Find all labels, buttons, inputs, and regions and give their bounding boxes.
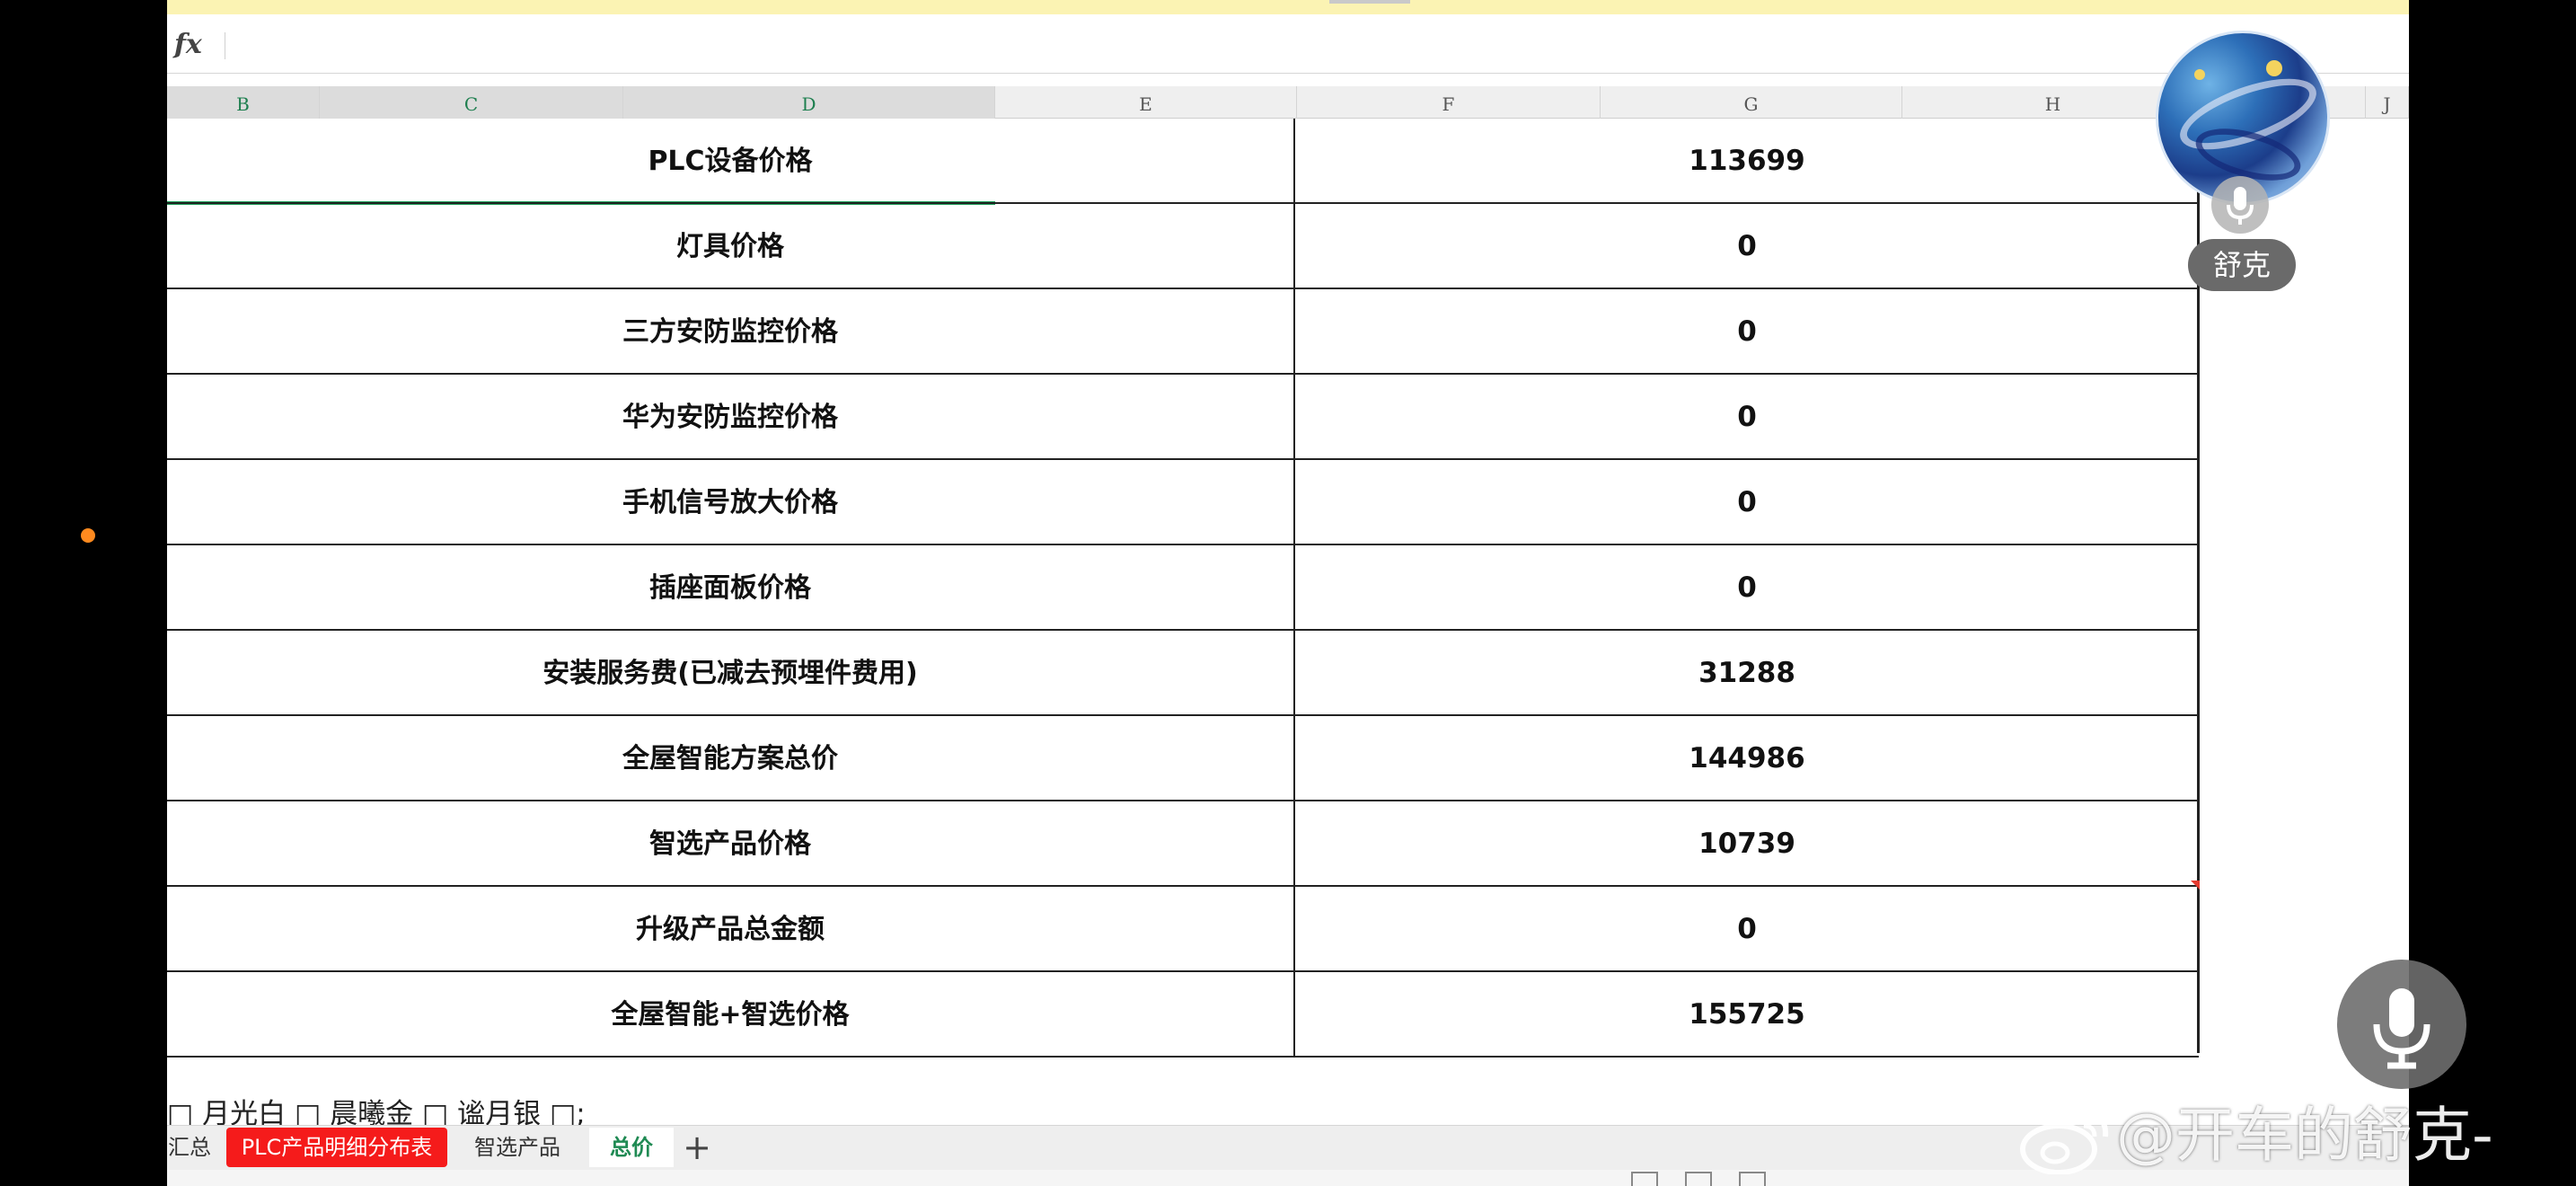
- page-break-icon[interactable]: [1739, 1172, 1766, 1186]
- avatar-art: [2266, 60, 2282, 76]
- row-value[interactable]: 0: [1295, 289, 2199, 375]
- row-value[interactable]: 113699: [1295, 119, 2199, 204]
- row-label[interactable]: 升级产品总金额: [167, 887, 1293, 972]
- row-label[interactable]: PLC设备价格: [167, 119, 1293, 204]
- row-label[interactable]: 华为安防监控价格: [167, 375, 1293, 460]
- page-layout-icon[interactable]: [1685, 1172, 1712, 1186]
- comment-indicator[interactable]: [2191, 881, 2200, 890]
- top-strip: [167, 0, 2409, 14]
- watermark-text: @开车的舒克-: [2116, 1101, 2493, 1170]
- spreadsheet-screen: fx B C D E F G H I J PLC设备价格 113699 灯具价格…: [167, 0, 2409, 1186]
- weibo-icon: [2020, 1110, 2109, 1174]
- fx-icon[interactable]: fx: [174, 29, 202, 60]
- table-row[interactable]: 升级产品总金额 0: [167, 887, 2199, 972]
- microphone-button[interactable]: [2337, 960, 2466, 1089]
- row-value[interactable]: 31288: [1295, 631, 2199, 716]
- row-label[interactable]: 全屋智能方案总价: [167, 716, 1293, 801]
- cell-text-color-options: □ 月光白 □ 晨曦金 □ 谧月银 □;: [167, 1091, 589, 1130]
- row-value[interactable]: 0: [1295, 887, 2199, 972]
- table-row[interactable]: 插座面板价格 0: [167, 545, 2199, 631]
- row-value[interactable]: 0: [1295, 545, 2199, 631]
- column-header-c[interactable]: C: [320, 86, 623, 119]
- table-row[interactable]: 手机信号放大价格 0: [167, 460, 2199, 545]
- column-header-d[interactable]: D: [623, 86, 995, 119]
- row-value[interactable]: 0: [1295, 375, 2199, 460]
- normal-view-icon[interactable]: [1631, 1172, 1658, 1186]
- column-header-j[interactable]: J: [2366, 86, 2409, 119]
- avatar-art: [2194, 69, 2205, 80]
- recording-indicator-dot: [81, 528, 95, 543]
- column-header-b[interactable]: B: [167, 86, 320, 119]
- column-header-g[interactable]: G: [1601, 86, 1902, 119]
- row-value[interactable]: 0: [1295, 204, 2199, 289]
- sheet-tab-total-price[interactable]: 总价: [589, 1128, 674, 1167]
- participant-name: 舒克: [2188, 239, 2296, 291]
- row-value[interactable]: 0: [1295, 460, 2199, 545]
- formula-bar[interactable]: fx: [167, 14, 2409, 74]
- top-handle[interactable]: [1329, 0, 1410, 4]
- row-value[interactable]: 144986: [1295, 716, 2199, 801]
- table-row[interactable]: 安装服务费(已减去预埋件费用) 31288: [167, 631, 2199, 716]
- weibo-watermark: @开车的舒克-: [2019, 1087, 2493, 1174]
- participant-mic-icon: [2211, 176, 2269, 234]
- add-sheet-button[interactable]: +: [679, 1126, 715, 1169]
- row-label[interactable]: 插座面板价格: [167, 545, 1293, 631]
- table-row[interactable]: 华为安防监控价格 0: [167, 375, 2199, 460]
- row-label[interactable]: 智选产品价格: [167, 801, 1293, 887]
- sheet-tab-selected-products[interactable]: 智选产品: [462, 1128, 573, 1167]
- table-row[interactable]: 全屋智能方案总价 144986: [167, 716, 2199, 801]
- row-label[interactable]: 手机信号放大价格: [167, 460, 1293, 545]
- column-header-e[interactable]: E: [995, 86, 1297, 119]
- row-value[interactable]: 10739: [1295, 801, 2199, 887]
- row-value[interactable]: 155725: [1295, 972, 2199, 1058]
- row-label[interactable]: 三方安防监控价格: [167, 289, 1293, 375]
- column-headers: B C D E F G H I J: [167, 86, 2409, 205]
- table-row[interactable]: 灯具价格 0: [167, 204, 2199, 289]
- table-row[interactable]: PLC设备价格 113699: [167, 119, 2199, 204]
- row-label[interactable]: 安装服务费(已减去预埋件费用): [167, 631, 1293, 716]
- table-row[interactable]: 三方安防监控价格 0: [167, 289, 2199, 375]
- row-label[interactable]: 全屋智能+智选价格: [167, 972, 1293, 1058]
- row-label[interactable]: 灯具价格: [167, 204, 1293, 289]
- sheet-tab-summary[interactable]: 汇总: [167, 1128, 221, 1167]
- column-header-f[interactable]: F: [1297, 86, 1601, 119]
- sheet-tab-plc-details[interactable]: PLC产品明细分布表: [226, 1128, 447, 1167]
- price-summary-table: PLC设备价格 113699 灯具价格 0 三方安防监控价格 0 华为安防监控价…: [167, 119, 2368, 1058]
- table-row[interactable]: 智选产品价格 10739: [167, 801, 2199, 887]
- table-row[interactable]: 全屋智能+智选价格 155725: [167, 972, 2199, 1058]
